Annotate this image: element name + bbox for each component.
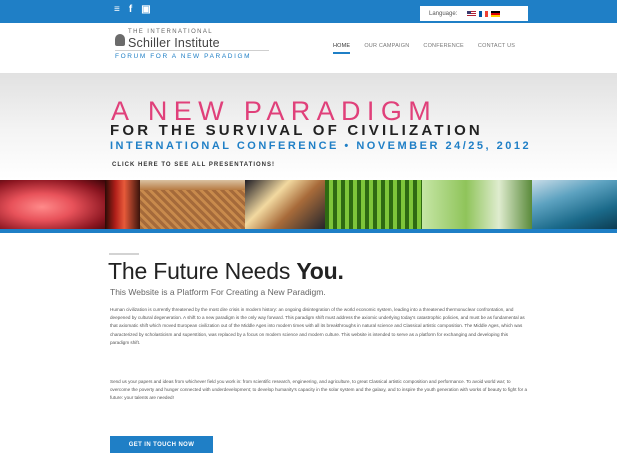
intro-paragraph: Human civilization is currently threaten… <box>110 307 525 345</box>
page-title: The Future Needs You. <box>108 258 344 285</box>
us-flag-icon[interactable] <box>467 10 477 17</box>
title-prefix: The Future Needs <box>108 258 297 284</box>
schiller-bust-icon <box>115 34 125 46</box>
france-flag-icon[interactable] <box>479 10 489 17</box>
hero-subheadline: FOR THE SURVIVAL OF CIVILIZATION <box>110 122 483 139</box>
get-in-touch-button[interactable]: GET IN TOUCH NOW <box>110 436 213 453</box>
logo-tagline: FORUM FOR A NEW PARADIGM <box>115 53 252 60</box>
page-subtitle: This Website is a Platform For Creating … <box>110 287 326 297</box>
top-bar: ≡ f ▣ Language: <box>0 0 617 23</box>
facebook-icon[interactable]: f <box>129 4 132 16</box>
hero-banner: A NEW PARADIGM FOR THE SURVIVAL OF CIVIL… <box>0 73 617 179</box>
photo-farm-field <box>140 180 245 229</box>
nav-item-conference[interactable]: CONFERENCE <box>423 43 464 49</box>
social-links: ≡ f ▣ <box>114 4 151 16</box>
logo-divider <box>115 50 269 51</box>
language-selector: Language: <box>420 6 528 21</box>
nav-item-home[interactable]: HOME <box>333 43 351 54</box>
photo-green-crops <box>325 180 422 229</box>
photo-red-figure <box>105 180 140 229</box>
photo-people <box>245 180 325 229</box>
photo-earth <box>532 180 617 229</box>
youtube-icon[interactable]: ▣ <box>141 4 150 16</box>
hero-conference-date: INTERNATIONAL CONFERENCE • NOVEMBER 24/2… <box>110 140 532 152</box>
logo-small-text: THE INTERNATIONAL <box>128 29 214 35</box>
language-flags <box>467 10 501 17</box>
photo-green-landscape <box>422 180 532 229</box>
nav-item-our-campaign[interactable]: OUR CAMPAIGN <box>364 43 409 49</box>
language-label: Language: <box>429 10 458 17</box>
logo-name: Schiller Institute <box>128 36 220 50</box>
call-paragraph: Send us your papers and ideas from which… <box>110 379 528 401</box>
photo-strip <box>0 180 617 229</box>
nav-item-contact-us[interactable]: CONTACT US <box>478 43 515 49</box>
main-nav: HOME OUR CAMPAIGN CONFERENCE CONTACT US <box>333 43 515 54</box>
rss-icon[interactable]: ≡ <box>114 4 120 16</box>
presentations-link[interactable]: CLICK HERE TO SEE ALL PRESENTATIONS! <box>112 162 275 168</box>
germany-flag-icon[interactable] <box>491 10 501 17</box>
title-bold: You. <box>296 258 344 284</box>
title-rule <box>109 253 139 255</box>
divider-line <box>0 229 617 233</box>
photo-red-cells <box>0 180 105 229</box>
